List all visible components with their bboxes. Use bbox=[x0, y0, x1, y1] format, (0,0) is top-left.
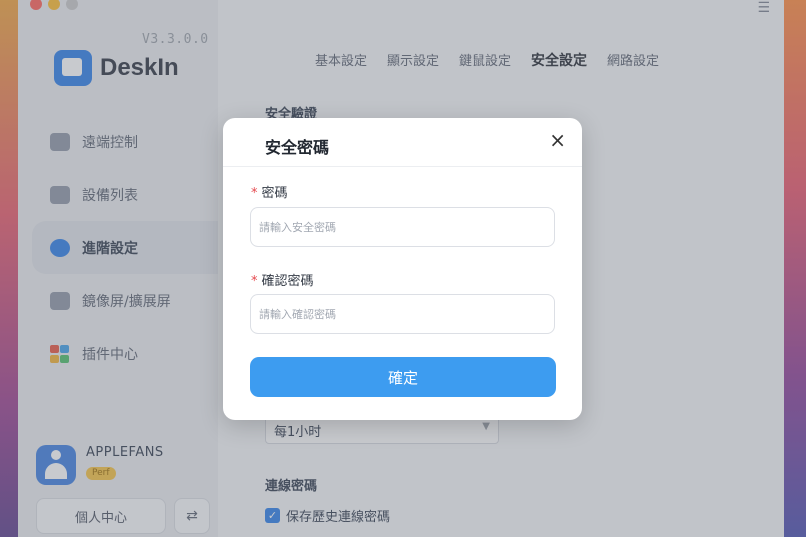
password-label: * 密碼 bbox=[251, 186, 288, 201]
required-mark: * bbox=[251, 186, 258, 201]
confirm-password-field[interactable] bbox=[250, 294, 555, 334]
confirm-button[interactable]: 確定 bbox=[250, 357, 556, 397]
confirm-password-label: * 確認密碼 bbox=[251, 274, 314, 289]
password-field[interactable] bbox=[250, 207, 555, 247]
required-mark: * bbox=[251, 274, 258, 289]
modal-divider bbox=[223, 166, 582, 167]
security-password-modal: 安全密碼 × * 密碼 * 確認密碼 確定 bbox=[223, 118, 582, 420]
modal-title: 安全密碼 bbox=[265, 138, 330, 157]
close-icon[interactable]: × bbox=[549, 128, 566, 152]
